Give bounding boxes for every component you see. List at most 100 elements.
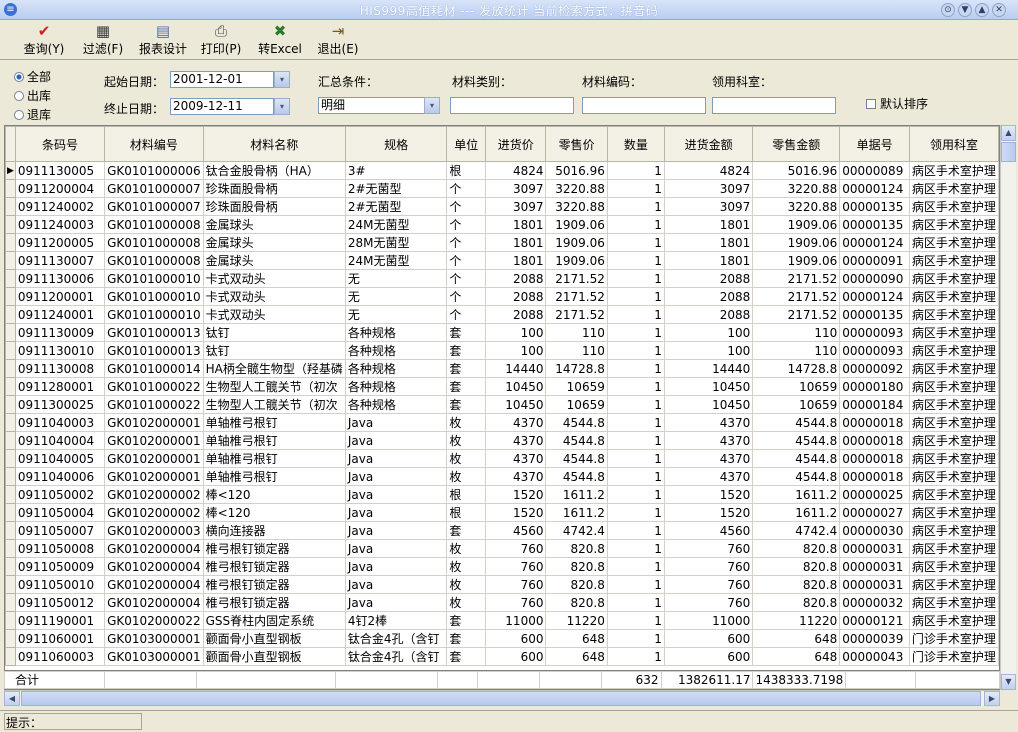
- table-cell[interactable]: 1611.2: [545, 485, 608, 504]
- table-cell[interactable]: Java: [344, 539, 448, 558]
- table-cell[interactable]: Java: [344, 467, 448, 486]
- table-cell[interactable]: 24M无菌型: [344, 251, 448, 270]
- report-design-button[interactable]: ▤ 报表设计: [136, 22, 190, 58]
- excel-button[interactable]: ✖ 转Excel: [254, 22, 306, 58]
- table-cell[interactable]: GSS脊柱内固定系统: [202, 611, 346, 630]
- table-cell[interactable]: 无: [344, 269, 448, 288]
- table-cell[interactable]: 760: [663, 539, 754, 558]
- table-cell[interactable]: 600: [663, 647, 754, 666]
- table-cell[interactable]: 枚: [446, 557, 487, 576]
- table-cell[interactable]: GK0101000008: [104, 251, 204, 270]
- table-cell[interactable]: GK0101000013: [104, 323, 204, 342]
- table-cell[interactable]: 1: [606, 305, 665, 324]
- table-cell[interactable]: 820.8: [752, 539, 841, 558]
- category-input[interactable]: [450, 97, 574, 114]
- table-cell[interactable]: 760: [663, 575, 754, 594]
- col-header[interactable]: 规格: [344, 126, 448, 162]
- table-cell[interactable]: 病区手术室护理: [908, 359, 999, 378]
- table-cell[interactable]: 0911240001: [14, 305, 106, 324]
- table-row[interactable]: 0911200004 GK0101000007 珍珠面股骨柄 2#无菌型个 3097 32…: [5, 179, 999, 198]
- table-cell[interactable]: 棒<120: [202, 485, 346, 504]
- table-cell[interactable]: 横向连接器: [202, 521, 346, 540]
- table-row[interactable]: 0911040004 GK0102000001 单轴椎弓根钉 Java 枚 4370 454…: [5, 431, 999, 450]
- table-row[interactable]: 0911130009 GK0101000013 钛钉 各种规格套 100 110 1 100 1…: [5, 323, 999, 342]
- table-cell[interactable]: 0911040004: [14, 431, 106, 450]
- table-cell[interactable]: 2171.52: [752, 305, 841, 324]
- table-cell[interactable]: 1520: [663, 485, 754, 504]
- table-cell[interactable]: 4370: [663, 467, 754, 486]
- table-cell[interactable]: 1: [606, 485, 665, 504]
- print-button[interactable]: ⎙ 打印(P): [197, 22, 245, 58]
- table-cell[interactable]: 珍珠面股骨柄: [202, 179, 346, 198]
- table-cell[interactable]: 00000092: [839, 359, 910, 378]
- table-cell[interactable]: 病区手术室护理: [908, 251, 999, 270]
- table-cell[interactable]: Java: [344, 413, 448, 432]
- table-cell[interactable]: GK0102000001: [104, 449, 204, 468]
- table-cell[interactable]: GK0101000007: [104, 197, 204, 216]
- table-cell[interactable]: GK0102000003: [104, 521, 204, 540]
- table-cell[interactable]: 4544.8: [752, 449, 841, 468]
- table-cell[interactable]: 0911200004: [14, 179, 106, 198]
- table-cell[interactable]: 椎弓根钉锁定器: [202, 539, 346, 558]
- table-cell[interactable]: 820.8: [752, 575, 841, 594]
- table-cell[interactable]: 1: [606, 233, 665, 252]
- table-cell[interactable]: 病区手术室护理: [908, 179, 999, 198]
- table-cell[interactable]: 00000018: [839, 431, 910, 450]
- minimize-button[interactable]: ▼: [958, 3, 972, 17]
- row-header[interactable]: [5, 485, 16, 504]
- table-cell[interactable]: 0911060003: [14, 647, 106, 666]
- table-cell[interactable]: 14728.8: [752, 359, 841, 378]
- table-cell[interactable]: 14440: [663, 359, 754, 378]
- col-header[interactable]: 进货金额: [663, 126, 754, 162]
- table-cell[interactable]: 820.8: [752, 557, 841, 576]
- table-cell[interactable]: 0911040006: [14, 467, 106, 486]
- table-row[interactable]: 0911300025 GK0101000022 生物型人工髋关节（初次 各种规格套 10…: [5, 395, 999, 414]
- table-cell[interactable]: 根: [446, 485, 487, 504]
- table-cell[interactable]: 11000: [663, 611, 754, 630]
- table-cell[interactable]: 0911050009: [14, 557, 106, 576]
- col-header[interactable]: 进货价: [485, 126, 547, 162]
- table-cell[interactable]: 1: [606, 359, 665, 378]
- code-input[interactable]: [582, 97, 706, 114]
- row-header[interactable]: [5, 179, 16, 198]
- table-cell[interactable]: 00000031: [839, 557, 910, 576]
- table-cell[interactable]: 珍珠面股骨柄: [202, 197, 346, 216]
- table-cell[interactable]: 00000091: [839, 251, 910, 270]
- table-cell[interactable]: 单轴椎弓根钉: [202, 467, 346, 486]
- table-cell[interactable]: 2171.52: [545, 305, 608, 324]
- table-cell[interactable]: 10659: [752, 377, 841, 396]
- table-cell[interactable]: GK0101000022: [104, 395, 204, 414]
- table-cell[interactable]: 门诊手术室护理: [908, 629, 999, 648]
- table-cell[interactable]: 2171.52: [545, 287, 608, 306]
- table-cell[interactable]: 820.8: [545, 575, 608, 594]
- table-cell[interactable]: 1520: [485, 503, 547, 522]
- table-cell[interactable]: 2#无菌型: [344, 179, 448, 198]
- table-cell[interactable]: 0911300025: [14, 395, 106, 414]
- table-cell[interactable]: 生物型人工髋关节（初次: [202, 377, 346, 396]
- table-cell[interactable]: 4370: [663, 431, 754, 450]
- radio-return[interactable]: 退库: [14, 106, 51, 123]
- table-cell[interactable]: 病区手术室护理: [908, 377, 999, 396]
- table-cell[interactable]: 1801: [485, 215, 547, 234]
- table-cell[interactable]: 金属球头: [202, 233, 346, 252]
- table-cell[interactable]: 2088: [485, 287, 547, 306]
- table-cell[interactable]: 1909.06: [545, 251, 608, 270]
- table-cell[interactable]: 3097: [663, 179, 754, 198]
- table-cell[interactable]: 1: [606, 431, 665, 450]
- table-cell[interactable]: 套: [446, 521, 487, 540]
- table-cell[interactable]: 110: [545, 341, 608, 360]
- table-cell[interactable]: 椎弓根钉锁定器: [202, 557, 346, 576]
- row-header[interactable]: [5, 449, 16, 468]
- table-cell[interactable]: 个: [446, 305, 487, 324]
- table-cell[interactable]: 1520: [485, 485, 547, 504]
- table-cell[interactable]: 病区手术室护理: [908, 449, 999, 468]
- table-cell[interactable]: 4370: [485, 431, 547, 450]
- table-cell[interactable]: 病区手术室护理: [908, 269, 999, 288]
- col-header[interactable]: 材料编号: [104, 126, 204, 162]
- table-row[interactable]: 0911240003 GK0101000008 金属球头 24M无菌型个 1801 190…: [5, 215, 999, 234]
- table-cell[interactable]: GK0101000008: [104, 233, 204, 252]
- table-cell[interactable]: 11000: [485, 611, 547, 630]
- table-row[interactable]: 0911050007 GK0102000003 横向连接器 Java 套 4560 4742…: [5, 521, 999, 540]
- table-cell[interactable]: 600: [485, 629, 547, 648]
- table-cell[interactable]: 1909.06: [752, 251, 841, 270]
